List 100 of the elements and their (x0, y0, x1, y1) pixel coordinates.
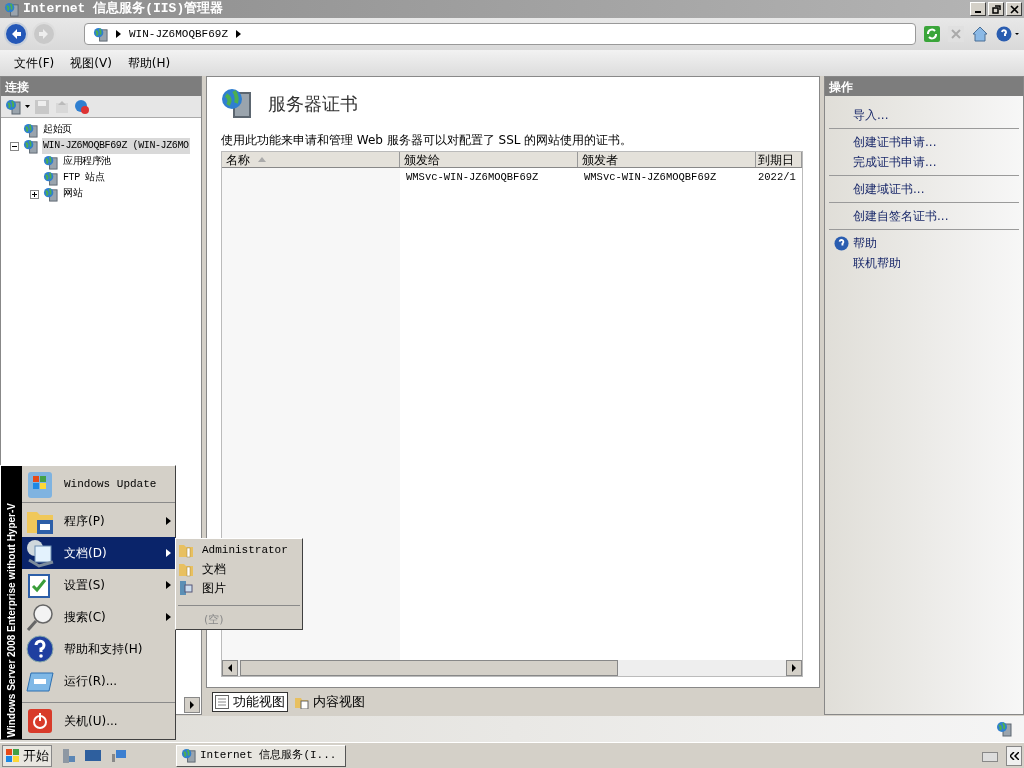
action-link[interactable]: 帮助 (853, 234, 877, 252)
page-title: 服务器证书 (268, 91, 358, 116)
submenu-arrow-icon (166, 613, 171, 621)
view-tab[interactable]: 内容视图 (292, 692, 368, 712)
folder-icon (178, 542, 194, 559)
start-menu-item[interactable]: 文档(D) (22, 537, 175, 569)
start-menu-item[interactable]: 设置(S) (22, 569, 175, 601)
server-icon (220, 87, 252, 119)
restore-button[interactable] (988, 2, 1004, 16)
action-link[interactable]: 导入... (853, 106, 889, 124)
desktop-icon[interactable] (84, 747, 102, 764)
column-header[interactable]: 颁发给 (400, 152, 578, 167)
tree-node-icon (43, 170, 58, 186)
connect-icon (5, 98, 21, 115)
start-menu-item[interactable]: 帮助和支持(H) (22, 633, 175, 665)
app-icon (4, 1, 19, 17)
right-arrow-icon (189, 701, 195, 709)
folder-page-icon (295, 695, 309, 709)
submenu-item[interactable]: 图片 (176, 578, 302, 598)
table-cell: WMSvc-WIN-JZ6MOQBF69Z (406, 170, 539, 183)
pictures-icon (178, 580, 194, 597)
show-hidden-icons-button[interactable] (1006, 745, 1022, 766)
tree-node-icon (23, 138, 38, 154)
help-icon[interactable] (996, 26, 1020, 42)
app-icon (181, 748, 196, 763)
dropdown-caret-icon[interactable] (25, 105, 30, 108)
close-button[interactable] (1006, 2, 1022, 16)
start-menu-item[interactable]: 程序(P) (22, 505, 175, 537)
scrollbar-thumb[interactable] (240, 660, 618, 676)
scroll-right-button[interactable] (786, 660, 802, 676)
action-link[interactable]: 创建自签名证书... (853, 207, 949, 225)
view-tab[interactable]: 功能视图 (212, 692, 288, 712)
start-menu-item[interactable]: Windows Update (22, 468, 175, 500)
table-cell: WMSvc-WIN-JZ6MOQBF69Z (584, 170, 717, 183)
submenu-item[interactable]: Administrator (176, 541, 302, 560)
magnifier-icon (25, 602, 55, 632)
documents-icon (25, 538, 55, 568)
close-icon (1009, 4, 1019, 14)
breadcrumb-arrow-icon[interactable] (116, 30, 121, 38)
edition-label: Windows Server 2008 Enterprise without Hyper-V (5, 502, 18, 737)
window-title: Internet 信息服务(IIS)管理器 (23, 0, 224, 19)
column-header[interactable]: 名称 (222, 152, 400, 167)
monitor-icon[interactable] (110, 747, 128, 764)
restore-icon (991, 4, 1001, 14)
minimize-icon (975, 10, 981, 13)
scroll-left-button[interactable] (222, 660, 238, 676)
tree-item[interactable]: FTP 站点 (62, 170, 106, 186)
left-arrow-icon (227, 664, 233, 672)
menu-item[interactable]: 视图(V) (64, 54, 118, 72)
keyboard-icon[interactable] (982, 749, 998, 762)
taskbar-window-button[interactable]: Internet 信息服务(I... (176, 744, 346, 767)
menu-item[interactable]: 帮助(H) (121, 54, 177, 72)
forward-arrow-icon (38, 28, 50, 40)
help-icon (833, 235, 849, 251)
table-cell: 2022/1 (758, 170, 796, 183)
column-header[interactable]: 颁发者 (578, 152, 756, 167)
submenu-arrow-icon (166, 581, 171, 589)
feature-list-icon (215, 695, 229, 709)
refresh-icon[interactable] (924, 26, 940, 42)
menu-item[interactable]: 文件(F) (8, 54, 61, 72)
power-icon (27, 708, 53, 734)
connection-status-icon (996, 721, 1012, 737)
breadcrumb-arrow-icon[interactable] (236, 30, 242, 38)
tree-node-icon (43, 186, 58, 202)
address-bar[interactable]: WIN-JZ6MOQBF69Z (84, 23, 916, 45)
empty-label: (空) (204, 613, 224, 627)
folder-icon (178, 561, 194, 578)
panel-header: 连接 (1, 77, 201, 96)
action-link[interactable]: 创建域证书... (853, 180, 925, 198)
start-menu-item[interactable]: 搜索(C) (22, 601, 175, 633)
start-button[interactable]: 开始 (2, 744, 52, 767)
double-chevron-icon (1009, 751, 1019, 760)
back-button[interactable] (4, 22, 28, 46)
scroll-right-button[interactable] (184, 697, 200, 713)
collapse-icon[interactable] (9, 141, 19, 151)
start-menu-item[interactable]: 关机(U)... (22, 705, 175, 737)
tree-item[interactable]: 起始页 (42, 122, 73, 138)
tree-item[interactable]: WIN-JZ6MOQBF69Z (WIN-JZ6MO (42, 138, 190, 154)
column-header[interactable]: 到期日 (756, 152, 802, 167)
action-link[interactable]: 联机帮助 (853, 254, 901, 272)
minimize-button[interactable] (970, 2, 986, 16)
home-icon[interactable] (972, 26, 988, 42)
tree-item[interactable]: 网站 (62, 186, 84, 202)
horizontal-scrollbar[interactable] (222, 660, 802, 676)
tree-node-icon (43, 154, 58, 170)
submenu-arrow-icon (166, 517, 171, 525)
sort-arrow-icon (258, 157, 266, 162)
windows-flag-icon (5, 747, 21, 764)
submenu-item[interactable]: 文档 (176, 559, 302, 579)
action-link[interactable]: 创建证书申请... (853, 133, 937, 151)
panel-header: 操作 (825, 77, 1023, 96)
start-menu-item[interactable]: 运行(R)... (22, 665, 175, 697)
tree-node-icon (23, 122, 38, 138)
expand-icon[interactable] (29, 189, 39, 199)
tree-item[interactable]: 应用程序池 (62, 154, 112, 170)
window-logo-icon (25, 469, 55, 499)
help-icon (25, 634, 55, 664)
action-link[interactable]: 完成证书申请... (853, 153, 937, 171)
disconnect-icon[interactable] (74, 98, 90, 115)
breadcrumb[interactable]: WIN-JZ6MOQBF69Z (129, 25, 229, 43)
